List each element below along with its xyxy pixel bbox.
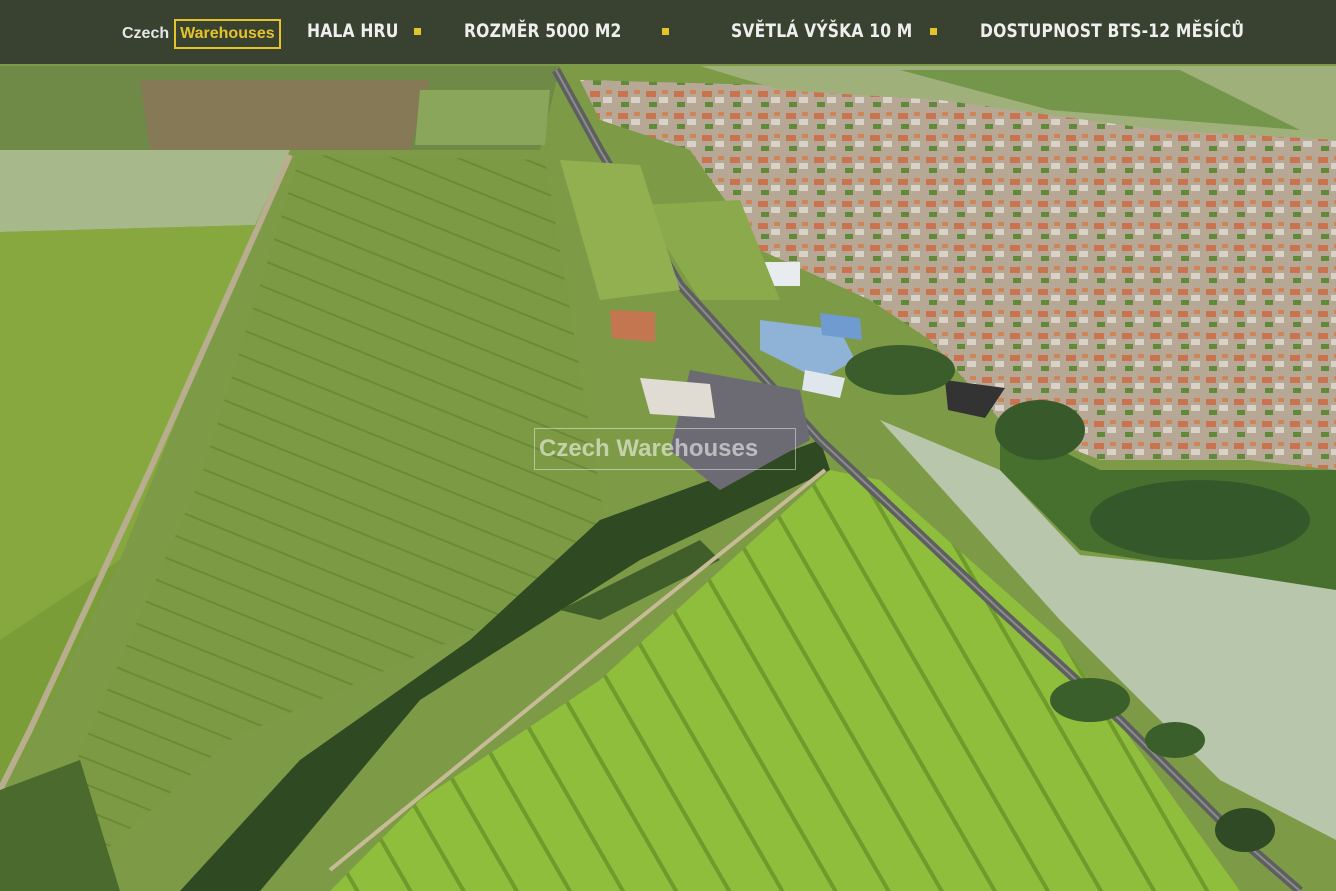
top-navigation-bar: Czech Warehouses HALA HRU ROZMĚR 5000 M2… xyxy=(0,0,1336,64)
brand-prefix: Czech xyxy=(122,25,170,42)
nav-item-availability[interactable]: DOSTUPNOST BTS-12 MĚSÍCŮ xyxy=(980,20,1244,42)
brand-name: Warehouses xyxy=(174,19,281,49)
nav-item-hall[interactable]: HALA HRU xyxy=(307,20,399,42)
nav-item-clear-height[interactable]: SVĚTLÁ VÝŠKA 10 M xyxy=(731,20,912,42)
separator-dot xyxy=(414,28,421,35)
separator-dot xyxy=(662,28,669,35)
brand-logo[interactable]: Czech Warehouses xyxy=(122,18,281,50)
nav-item-size[interactable]: ROZMĚR 5000 M2 xyxy=(464,20,622,42)
watermark-logo: Czech Warehouses xyxy=(534,428,796,470)
separator-dot xyxy=(930,28,937,35)
